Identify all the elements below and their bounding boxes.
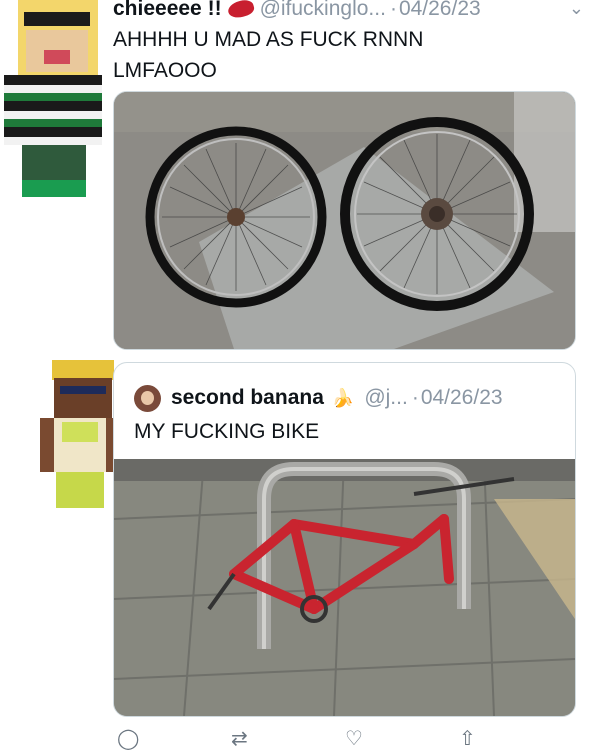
- bike-frame-illustration: [114, 458, 575, 716]
- tweet-header: chieeeee !! @ifuckinglo... · 04/26/23: [113, 0, 593, 24]
- quoted-user-avatar[interactable]: [134, 384, 161, 412]
- avatar-eyes: [60, 386, 106, 394]
- display-name[interactable]: chieeeee !!: [113, 0, 222, 21]
- avatar-mouth: [44, 50, 70, 64]
- timestamp[interactable]: 04/26/23: [399, 0, 481, 21]
- quoted-avatar[interactable]: [40, 360, 120, 510]
- quoted-timestamp[interactable]: 04/26/23: [421, 386, 503, 410]
- avatar-shirt: [4, 75, 102, 145]
- quoted-tweet-photo-bike[interactable]: [114, 458, 575, 716]
- avatar[interactable]: [0, 0, 105, 200]
- wheels-illustration: [114, 92, 575, 349]
- avatar-legs: [56, 472, 104, 508]
- avatar-shoes: [22, 180, 86, 197]
- avatar-face: [54, 378, 112, 418]
- separator: ·: [389, 0, 397, 20]
- quoted-handle[interactable]: @j...: [364, 386, 408, 410]
- avatar-crown: [52, 360, 114, 380]
- heart-icon[interactable]: ♡: [345, 729, 363, 749]
- banana-emoji-icon: 🍌: [331, 387, 355, 408]
- avatar-arm-left: [40, 418, 54, 472]
- quoted-tweet-text: MY FUCKING BIKE: [134, 420, 320, 443]
- separator: ·: [411, 386, 419, 409]
- tweet-text: AHHHH U MAD AS FUCK RNNN LMFAOOO: [113, 24, 583, 86]
- tweet-text-line-2: LMFAOOO: [113, 59, 217, 82]
- handle[interactable]: @ifuckinglo...: [260, 0, 386, 21]
- share-icon[interactable]: ⇧: [459, 729, 476, 749]
- tweet-text-line-1: AHHHH U MAD AS FUCK RNNN: [113, 28, 424, 51]
- avatar-collar: [62, 422, 98, 442]
- quoted-tweet-header: second banana 🍌 @j... · 04/26/23: [134, 383, 503, 413]
- retweet-icon[interactable]: ⇄: [231, 729, 248, 749]
- avatar-glasses: [24, 12, 90, 26]
- tweet-actions: ◯ ⇄ ♡ ⇧: [113, 729, 573, 749]
- meat-emoji-icon: [225, 0, 256, 21]
- quoted-tweet[interactable]: second banana 🍌 @j... · 04/26/23 MY FUCK…: [113, 362, 576, 717]
- reply-icon[interactable]: ◯: [117, 729, 139, 749]
- quoted-display-name[interactable]: second banana: [171, 386, 324, 410]
- chevron-down-icon[interactable]: ⌄: [569, 0, 584, 19]
- tweet-photo-wheels[interactable]: [113, 91, 576, 350]
